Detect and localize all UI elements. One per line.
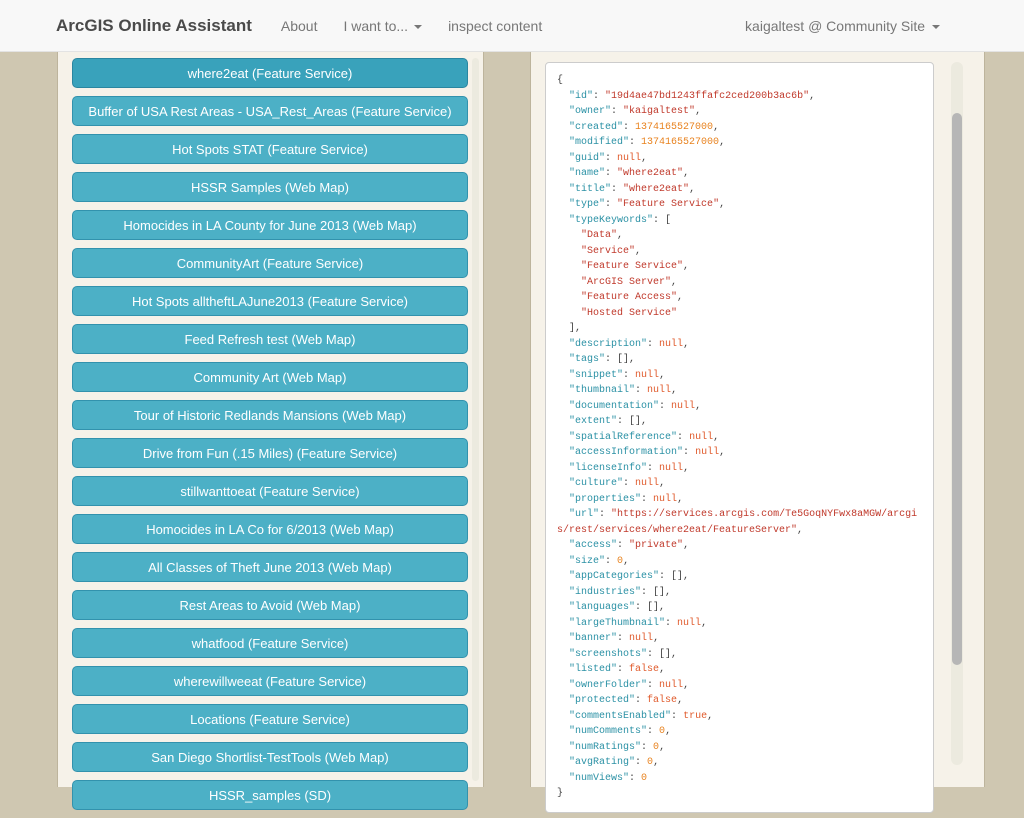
nav-links: About I want to... inspect content xyxy=(268,18,555,34)
scrollbar-track[interactable] xyxy=(951,62,963,765)
list-item[interactable]: whatfood (Feature Service) xyxy=(72,628,468,658)
list-item[interactable]: Tour of Historic Redlands Mansions (Web … xyxy=(72,400,468,430)
list-item[interactable]: All Classes of Theft June 2013 (Web Map) xyxy=(72,552,468,582)
list-item[interactable]: Hot Spots alltheftLAJune2013 (Feature Se… xyxy=(72,286,468,316)
json-content: { "id": "19d4ae47bd1243ffafc2ced200b3ac6… xyxy=(557,73,922,802)
navbar: ArcGIS Online Assistant About I want to.… xyxy=(0,0,1024,52)
app-brand[interactable]: ArcGIS Online Assistant xyxy=(56,16,252,36)
user-menu[interactable]: kaigaltest @ Community Site xyxy=(745,18,940,34)
caret-down-icon xyxy=(932,24,940,29)
list-item[interactable]: Feed Refresh test (Web Map) xyxy=(72,324,468,354)
list-item[interactable]: Buffer of USA Rest Areas - USA_Rest_Area… xyxy=(72,96,468,126)
left-scrollbar-track[interactable] xyxy=(472,58,479,781)
list-item[interactable]: HSSR_samples (SD) xyxy=(72,780,468,810)
list-item[interactable]: Locations (Feature Service) xyxy=(72,704,468,734)
list-item[interactable]: CommunityArt (Feature Service) xyxy=(72,248,468,278)
list-item[interactable]: San Diego Shortlist-TestTools (Web Map) xyxy=(72,742,468,772)
list-item[interactable]: stillwanttoeat (Feature Service) xyxy=(72,476,468,506)
list-item[interactable]: Drive from Fun (.15 Miles) (Feature Serv… xyxy=(72,438,468,468)
nav-about[interactable]: About xyxy=(268,18,331,34)
list-item[interactable]: Community Art (Web Map) xyxy=(72,362,468,392)
item-list: where2eat (Feature Service) Buffer of USA… xyxy=(72,58,468,818)
list-item[interactable]: Homocides in LA County for June 2013 (We… xyxy=(72,210,468,240)
list-item[interactable]: Rest Areas to Avoid (Web Map) xyxy=(72,590,468,620)
list-item[interactable]: HSSR Samples (Web Map) xyxy=(72,172,468,202)
list-item[interactable]: Homocides in LA Co for 6/2013 (Web Map) xyxy=(72,514,468,544)
list-item[interactable]: wherewillweeat (Feature Service) xyxy=(72,666,468,696)
nav-link-label: I want to... xyxy=(343,17,409,34)
user-menu-label: kaigaltest @ Community Site xyxy=(745,17,925,34)
caret-down-icon xyxy=(414,24,423,29)
json-panel: { "id": "19d4ae47bd1243ffafc2ced200b3ac6… xyxy=(545,62,934,813)
nav-inspect-content[interactable]: inspect content xyxy=(435,18,555,34)
list-item[interactable]: where2eat (Feature Service) xyxy=(72,58,468,88)
nav-i-want-to[interactable]: I want to... xyxy=(330,18,435,34)
json-code: { "id": "19d4ae47bd1243ffafc2ced200b3ac6… xyxy=(557,75,918,799)
list-item[interactable]: Hot Spots STAT (Feature Service) xyxy=(72,134,468,164)
scrollbar-thumb[interactable] xyxy=(952,113,962,665)
